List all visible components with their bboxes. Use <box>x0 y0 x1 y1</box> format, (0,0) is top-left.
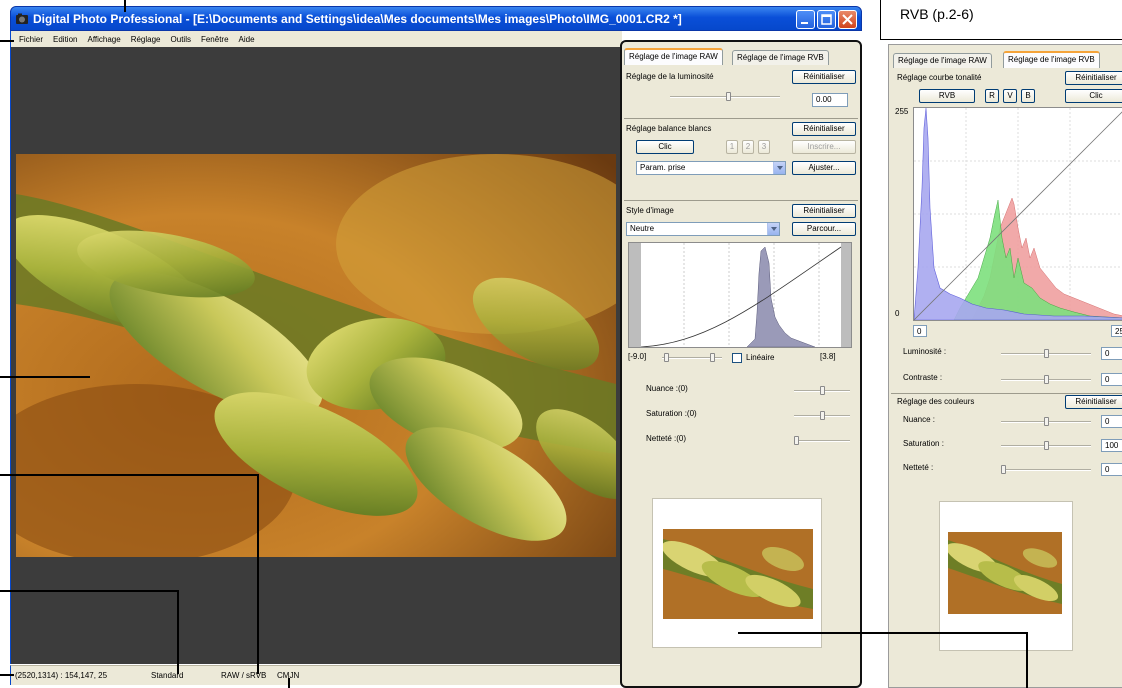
chevron-down-icon[interactable] <box>773 162 785 174</box>
menu-bar: Fichier Edition Affichage Réglage Outils… <box>10 31 622 47</box>
brightness-slider-track[interactable] <box>670 96 780 98</box>
manual-reference-note: RVB (p.2-6) <box>900 6 974 22</box>
brightness-slider-thumb[interactable] <box>726 92 731 101</box>
menu-affichage[interactable]: Affichage <box>87 35 120 44</box>
contraste-value-field[interactable]: 0 <box>1101 373 1122 386</box>
close-button[interactable] <box>838 10 857 29</box>
status-bar: (2520,1314) : 154,147, 25 Standard RAW /… <box>10 665 622 685</box>
status-coords: (2520,1314) : 154,147, 25 <box>15 671 108 680</box>
tone-curve-title: Réglage courbe tonalité <box>897 73 982 82</box>
luminosite-slider-thumb[interactable] <box>1044 349 1049 358</box>
window-title: Digital Photo Professional - [E:\Documen… <box>33 11 682 26</box>
luminosite-value-field[interactable]: 0 <box>1101 347 1122 360</box>
main-photo <box>16 154 616 557</box>
rgb-preview-frame <box>939 501 1073 651</box>
rgb-nuance-label: Nuance : <box>903 415 936 424</box>
range-slider-max-thumb[interactable] <box>710 353 715 362</box>
rgb-nuance-slider-thumb[interactable] <box>1044 417 1049 426</box>
hist-max-label: 255 <box>895 107 909 116</box>
nuance-label: Nuance :(0) <box>646 384 688 393</box>
nuance-slider-thumb[interactable] <box>820 386 825 395</box>
rgb-saturation-slider-thumb[interactable] <box>1044 441 1049 450</box>
channel-v-button[interactable]: V <box>1003 89 1017 103</box>
linear-label: Linéaire <box>746 353 775 362</box>
wb-register-button[interactable]: Inscrire... <box>792 140 856 154</box>
hist-zero-label: 0 <box>895 309 900 318</box>
wb-select-value: Param. prise <box>640 163 686 172</box>
curve-reset-button[interactable]: Réinitialiser <box>1065 71 1122 85</box>
tab-rgb-adjust[interactable]: Réglage de l'image RVB <box>732 50 829 65</box>
range-slider-min-thumb[interactable] <box>664 353 669 362</box>
rgb-nettete-slider-thumb[interactable] <box>1001 465 1006 474</box>
rgb-saturation-value-field[interactable]: 100 <box>1101 439 1122 452</box>
channel-r-button[interactable]: R <box>985 89 999 103</box>
rgb-saturation-label: Saturation : <box>903 439 944 448</box>
range-max-label: [3.8] <box>820 352 836 361</box>
nettete-slider-thumb[interactable] <box>794 436 799 445</box>
menu-aide[interactable]: Aide <box>239 35 255 44</box>
tab-rgb-adjust[interactable]: Réglage de l'image RVB <box>1003 51 1100 68</box>
raw-histogram[interactable] <box>628 242 852 348</box>
brightness-title: Réglage de la luminosité <box>626 72 714 81</box>
contraste-slider-thumb[interactable] <box>1044 375 1049 384</box>
channel-rgb-button[interactable]: RVB <box>919 89 975 103</box>
menu-reglage[interactable]: Réglage <box>131 35 161 44</box>
rgb-nettete-value-field[interactable]: 0 <box>1101 463 1122 476</box>
style-reset-button[interactable]: Réinitialiser <box>792 204 856 218</box>
menu-fenetre[interactable]: Fenêtre <box>201 35 229 44</box>
rgb-adjust-panel: Réglage de l'image RAW Réglage de l'imag… <box>888 44 1122 688</box>
wb-reset-button[interactable]: Réinitialiser <box>792 122 856 136</box>
style-browse-button[interactable]: Parcour... <box>792 222 856 236</box>
wb-slot-3-button[interactable]: 3 <box>758 140 770 154</box>
maximize-button[interactable] <box>817 10 836 29</box>
raw-adjust-panel: Réglage de l'image RAW Réglage de l'imag… <box>620 40 862 688</box>
picture-style-select[interactable]: Neutre <box>626 222 780 236</box>
color-adjust-title: Réglage des couleurs <box>897 397 975 406</box>
rgb-nuance-value-field[interactable]: 0 <box>1101 415 1122 428</box>
wb-select[interactable]: Param. prise <box>636 161 786 175</box>
window-title-bar[interactable]: Digital Photo Professional - [E:\Documen… <box>10 6 862 31</box>
saturation-slider-thumb[interactable] <box>820 411 825 420</box>
color-reset-button[interactable]: Réinitialiser <box>1065 395 1122 409</box>
rgb-nettete-slider-track[interactable] <box>1001 469 1091 471</box>
minimize-button[interactable] <box>796 10 815 29</box>
menu-fichier[interactable]: Fichier <box>19 35 43 44</box>
rgb-preview-thumbnail <box>948 532 1062 614</box>
saturation-label: Saturation :(0) <box>646 409 697 418</box>
curve-click-button[interactable]: Clic <box>1065 89 1122 103</box>
wb-title: Réglage balance blancs <box>626 124 712 133</box>
wb-slot-1-button[interactable]: 1 <box>726 140 738 154</box>
app-icon <box>15 13 29 25</box>
wb-adjust-button[interactable]: Ajuster... <box>792 161 856 175</box>
brightness-value-field[interactable]: 0.00 <box>812 93 848 107</box>
channel-b-button[interactable]: B <box>1021 89 1035 103</box>
raw-preview-frame <box>652 498 822 648</box>
luminosite-label: Luminosité : <box>903 347 947 356</box>
nettete-slider-track[interactable] <box>794 440 850 442</box>
wb-click-button[interactable]: Clic <box>636 140 694 154</box>
chevron-down-icon[interactable] <box>767 223 779 235</box>
input-min-field[interactable]: 0 <box>913 325 927 337</box>
picture-style-value: Neutre <box>630 224 655 233</box>
nettete-label: Netteté :(0) <box>646 434 687 443</box>
brightness-reset-button[interactable]: Réinitialiser <box>792 70 856 84</box>
status-mode: RAW / sRVB <box>221 671 267 680</box>
linear-checkbox[interactable] <box>732 353 742 363</box>
menu-outils[interactable]: Outils <box>171 35 191 44</box>
tone-curve-histogram[interactable] <box>913 107 1122 321</box>
menu-edition[interactable]: Edition <box>53 35 77 44</box>
rgb-nettete-label: Netteté : <box>903 463 934 472</box>
contraste-label: Contraste : <box>903 373 943 382</box>
input-max-field[interactable]: 25 <box>1111 325 1122 337</box>
wb-slot-2-button[interactable]: 2 <box>742 140 754 154</box>
tab-raw-adjust[interactable]: Réglage de l'image RAW <box>624 48 723 65</box>
raw-preview-thumbnail <box>663 529 813 619</box>
tab-raw-adjust[interactable]: Réglage de l'image RAW <box>893 53 992 68</box>
picture-style-title: Style d'image <box>626 206 674 215</box>
range-min-label: [-9.0] <box>628 352 647 361</box>
